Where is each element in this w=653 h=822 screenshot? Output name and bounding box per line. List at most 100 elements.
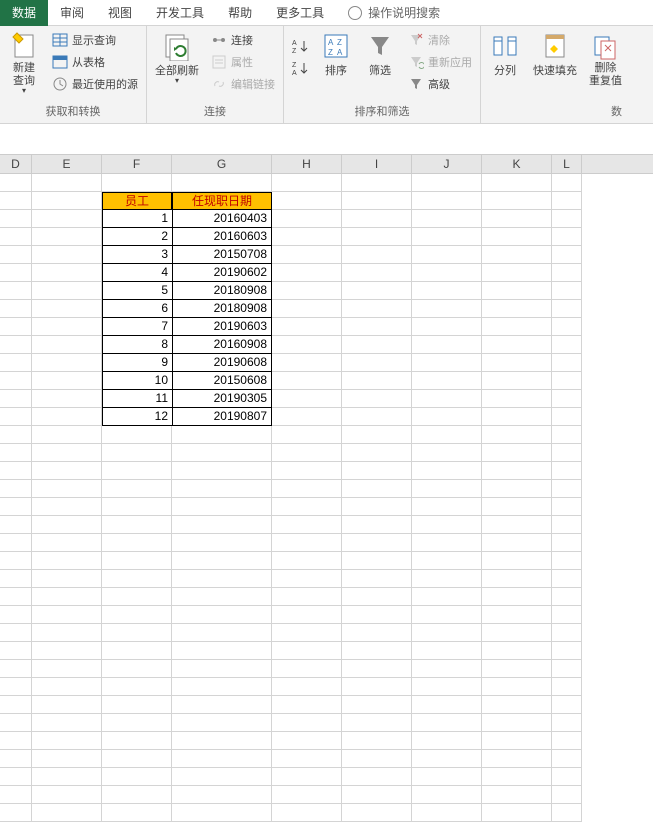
cell[interactable] [552,804,582,822]
cell[interactable] [272,228,342,246]
cell[interactable]: 1 [102,210,172,228]
cell[interactable] [342,336,412,354]
cell[interactable] [412,372,482,390]
cell[interactable] [272,318,342,336]
cell[interactable]: 20160403 [172,210,272,228]
cell[interactable] [482,300,552,318]
cell[interactable] [552,570,582,588]
cell[interactable] [102,606,172,624]
cell[interactable] [172,426,272,444]
cell[interactable] [0,552,32,570]
cell[interactable] [412,300,482,318]
cell[interactable] [552,786,582,804]
cell[interactable] [342,696,412,714]
cell[interactable]: 员工 [102,192,172,210]
cell[interactable]: 20150708 [172,246,272,264]
cell[interactable] [552,264,582,282]
cell[interactable] [172,714,272,732]
cell[interactable] [172,570,272,588]
cell[interactable] [412,174,482,192]
cell[interactable] [0,498,32,516]
cell[interactable] [342,246,412,264]
cell[interactable] [482,552,552,570]
cell[interactable] [102,714,172,732]
cell[interactable] [32,462,102,480]
cell[interactable] [0,750,32,768]
cell[interactable] [272,624,342,642]
cell[interactable] [32,696,102,714]
cell[interactable] [272,498,342,516]
cell[interactable]: 20150608 [172,372,272,390]
cell[interactable] [482,336,552,354]
cell[interactable] [552,210,582,228]
tab-review[interactable]: 审阅 [48,0,96,26]
cell[interactable] [32,750,102,768]
cell[interactable] [412,570,482,588]
cell[interactable] [482,570,552,588]
cell[interactable] [32,246,102,264]
cell[interactable] [342,588,412,606]
cell[interactable] [32,444,102,462]
cell[interactable] [412,390,482,408]
cell[interactable] [272,570,342,588]
cell[interactable] [32,714,102,732]
cell[interactable] [32,354,102,372]
cell[interactable]: 20190807 [172,408,272,426]
cell[interactable] [32,390,102,408]
cell[interactable] [102,588,172,606]
cell[interactable] [172,552,272,570]
cell[interactable] [272,642,342,660]
cell[interactable] [552,300,582,318]
col-header-h[interactable]: H [272,155,342,173]
cell[interactable] [32,552,102,570]
cell[interactable] [272,390,342,408]
cell[interactable] [172,624,272,642]
cell[interactable] [272,336,342,354]
cell[interactable] [32,210,102,228]
cell[interactable] [102,462,172,480]
cell[interactable] [32,624,102,642]
cell[interactable] [0,660,32,678]
cell[interactable] [0,534,32,552]
cell[interactable] [482,354,552,372]
cell[interactable] [0,714,32,732]
cell[interactable] [0,228,32,246]
cell[interactable] [342,606,412,624]
cell[interactable] [552,192,582,210]
cell[interactable] [342,462,412,480]
cell[interactable] [102,660,172,678]
cell[interactable] [102,732,172,750]
col-header-e[interactable]: E [32,155,102,173]
cell[interactable] [0,588,32,606]
cell[interactable] [272,534,342,552]
cell[interactable]: 10 [102,372,172,390]
cell[interactable] [552,282,582,300]
cell[interactable] [482,372,552,390]
cell[interactable] [552,444,582,462]
cell[interactable] [412,210,482,228]
col-header-j[interactable]: J [412,155,482,173]
cell[interactable] [0,246,32,264]
cell[interactable] [342,174,412,192]
cell[interactable] [32,732,102,750]
cell[interactable] [0,606,32,624]
cell[interactable]: 11 [102,390,172,408]
cell[interactable] [272,696,342,714]
cell[interactable] [272,372,342,390]
cell[interactable] [342,732,412,750]
cell[interactable] [552,714,582,732]
cell[interactable] [0,642,32,660]
cell[interactable] [482,606,552,624]
cell[interactable] [32,678,102,696]
cell[interactable] [342,642,412,660]
cell[interactable] [172,642,272,660]
cell[interactable] [482,642,552,660]
cell[interactable] [172,660,272,678]
cell[interactable] [272,426,342,444]
cell[interactable] [172,498,272,516]
cell[interactable] [412,804,482,822]
cell[interactable] [482,408,552,426]
cell[interactable] [342,678,412,696]
cell[interactable] [272,786,342,804]
cell[interactable] [0,570,32,588]
